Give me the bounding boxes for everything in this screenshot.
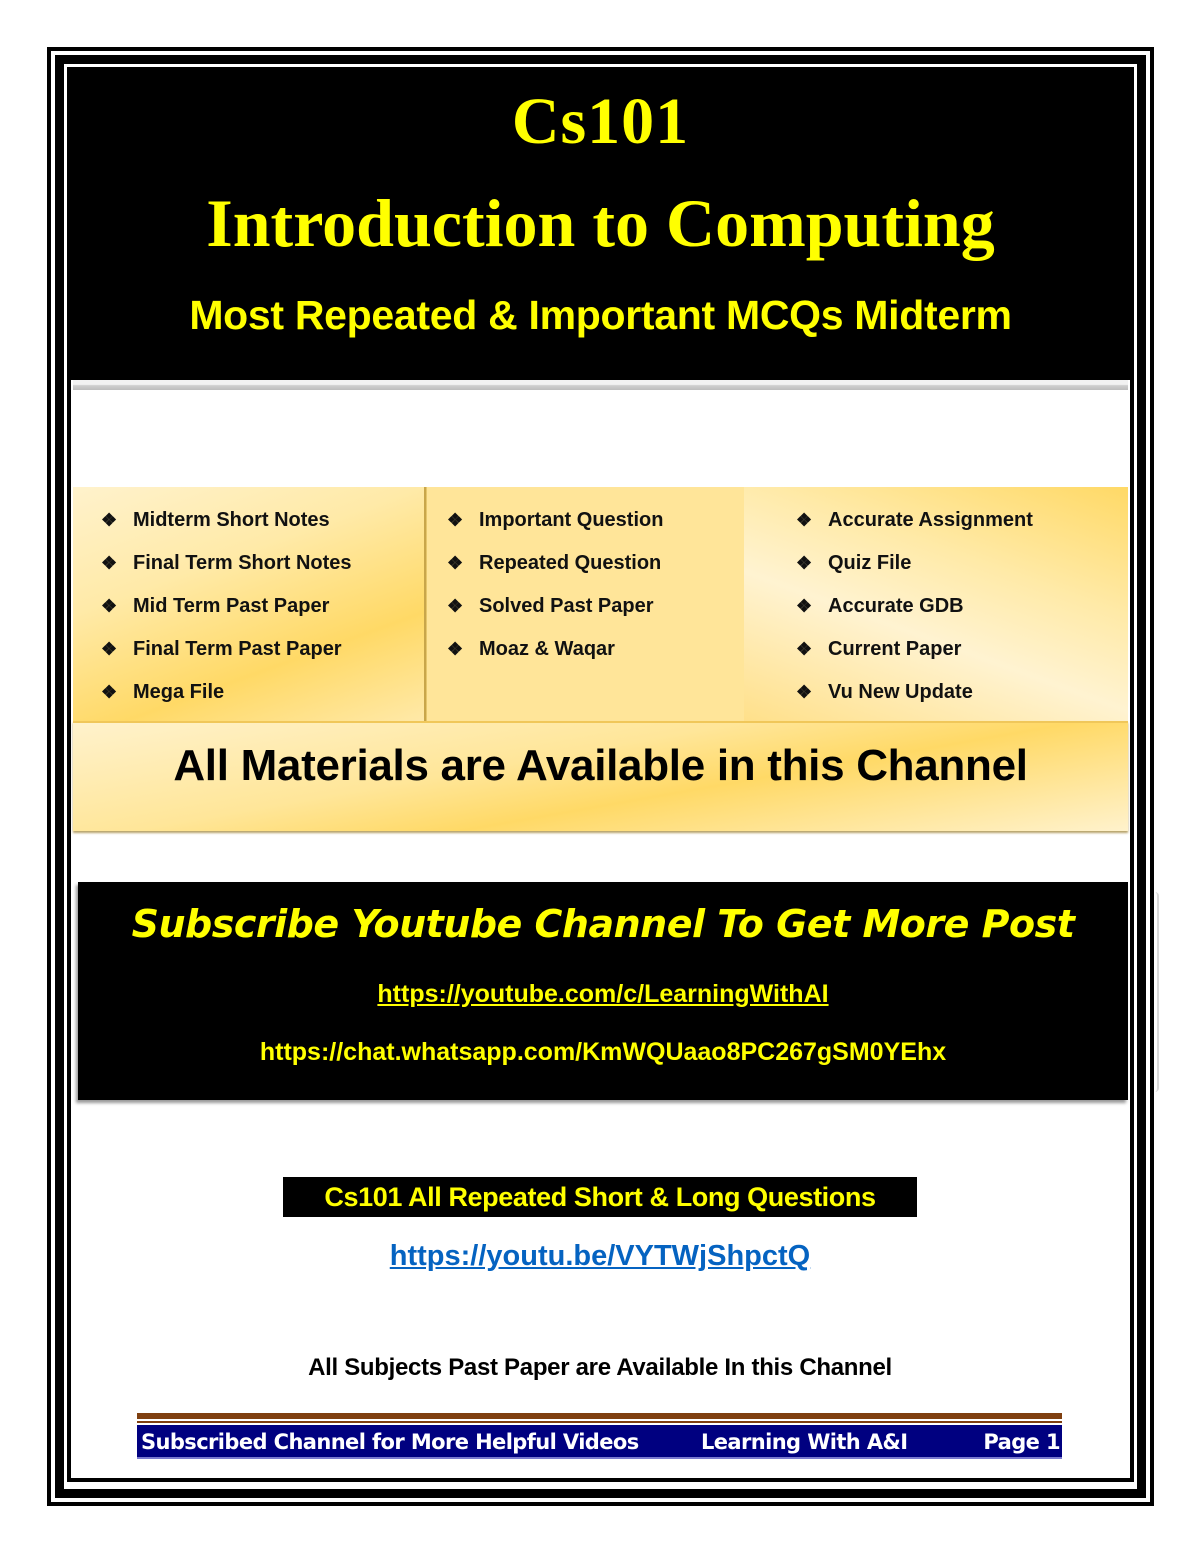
footer-channel-name: Learning With A&I: [701, 1430, 908, 1454]
cover-header: Cs101 Introduction to Computing Most Rep…: [70, 70, 1131, 380]
materials-panel: ❖ Midterm Short Notes ❖ Final Term Short N…: [73, 487, 1128, 831]
diamond-bullet-icon: ❖: [447, 639, 464, 659]
youtube-channel-link[interactable]: https://youtube.com/c/LearningWithAI: [78, 980, 1128, 1009]
footer-rule-thin: [137, 1421, 1062, 1423]
list-item: ❖ Mega File: [101, 681, 225, 703]
questions-video-link[interactable]: https://youtu.be/VYTWjShpctQ: [0, 1240, 1200, 1273]
diamond-bullet-icon: ❖: [447, 596, 464, 616]
materials-column-2: ❖ Important Question ❖ Repeated Question ❖…: [426, 487, 744, 721]
page-footer: Subscribed Channel for More Helpful Vide…: [137, 1425, 1062, 1459]
list-item: ❖ Mid Term Past Paper: [101, 595, 330, 617]
diamond-bullet-icon: ❖: [796, 682, 813, 702]
page-number: Page 1: [983, 1430, 1060, 1454]
materials-banner-text: All Materials are Available in this Chan…: [173, 741, 1028, 790]
diamond-bullet-icon: ❖: [447, 553, 464, 573]
list-item: ❖ Accurate Assignment: [796, 509, 1033, 531]
subscribe-box: Subscribe Youtube Channel To Get More Po…: [78, 882, 1128, 1100]
list-item: ❖ Vu New Update: [796, 681, 973, 703]
diamond-bullet-icon: ❖: [101, 596, 118, 616]
list-item: ❖ Midterm Short Notes: [101, 509, 330, 531]
whatsapp-group-link[interactable]: https://chat.whatsapp.com/KmWQUaao8PC267…: [78, 1038, 1128, 1067]
subscribe-box-shadow: [1155, 892, 1159, 1092]
diamond-bullet-icon: ❖: [796, 596, 813, 616]
list-item: ❖ Quiz File: [796, 552, 912, 574]
diamond-bullet-icon: ❖: [796, 639, 813, 659]
questions-heading: Cs101 All Repeated Short & Long Question…: [283, 1177, 917, 1217]
materials-column-1: ❖ Midterm Short Notes ❖ Final Term Short N…: [73, 487, 426, 721]
list-item: ❖ Final Term Short Notes: [101, 552, 352, 574]
footer-promo-text: Subscribed Channel for More Helpful Vide…: [141, 1430, 639, 1454]
materials-banner: All Materials are Available in this Chan…: [73, 721, 1128, 831]
list-item: ❖ Repeated Question: [447, 552, 662, 574]
cover-subtitle: Most Repeated & Important MCQs Midterm: [189, 292, 1012, 338]
diamond-bullet-icon: ❖: [447, 510, 464, 530]
diamond-bullet-icon: ❖: [101, 510, 118, 530]
list-item: ❖ Current Paper: [796, 638, 962, 660]
list-item: ❖ Final Term Past Paper: [101, 638, 342, 660]
list-item: ❖ Important Question: [447, 509, 664, 531]
list-item: ❖ Moaz & Waqar: [447, 638, 615, 660]
course-title: Introduction to Computing: [206, 185, 995, 261]
diamond-bullet-icon: ❖: [101, 639, 118, 659]
diamond-bullet-icon: ❖: [101, 553, 118, 573]
diamond-bullet-icon: ❖: [796, 553, 813, 573]
list-item: ❖ Accurate GDB: [796, 595, 964, 617]
course-code: Cs101: [511, 85, 690, 158]
header-divider: [73, 380, 1128, 390]
list-item: ❖ Solved Past Paper: [447, 595, 654, 617]
diamond-bullet-icon: ❖: [101, 682, 118, 702]
diamond-bullet-icon: ❖: [796, 510, 813, 530]
subscribe-heading: Subscribe Youtube Channel To Get More Po…: [131, 902, 1075, 946]
footer-rule-thick: [137, 1413, 1062, 1419]
materials-column-3: ❖ Accurate Assignment ❖ Quiz File ❖ Accurat…: [744, 487, 1128, 721]
all-subjects-note: All Subjects Past Paper are Available In…: [308, 1354, 892, 1381]
